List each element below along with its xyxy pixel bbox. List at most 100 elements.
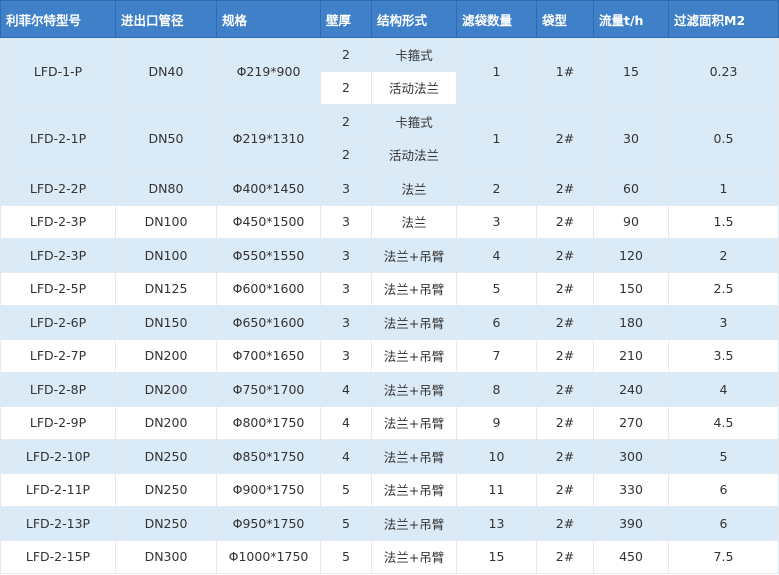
cell-bag-type: 2#: [536, 171, 594, 206]
cell-flow: 90: [593, 204, 669, 239]
cell-bag-type: 2#: [536, 271, 594, 306]
cell-bags: 3: [456, 204, 537, 239]
cell-structure: 活动法兰: [371, 137, 457, 172]
cell-structure: 法兰+吊臂: [371, 338, 457, 373]
cell-bags: 8: [456, 372, 537, 407]
cell-port: DN150: [115, 305, 217, 340]
cell-flow: 270: [593, 405, 669, 440]
cell-bags: 11: [456, 472, 537, 507]
cell-bags: 10: [456, 439, 537, 474]
cell-port: DN40: [115, 37, 217, 105]
cell-spec: Φ550*1550: [216, 238, 321, 273]
cell-bags: 4: [456, 238, 537, 273]
cell-wall: 3: [320, 204, 372, 239]
cell-area: 1.5: [668, 204, 779, 239]
cell-spec: Φ900*1750: [216, 472, 321, 507]
cell-flow: 120: [593, 238, 669, 273]
table-row: LFD-2-11P DN250 Φ900*1750 5 法兰+吊臂 11 2# …: [0, 472, 779, 507]
cell-port: DN100: [115, 238, 217, 273]
cell-bag-type: 2#: [536, 204, 594, 239]
table-row: LFD-2-3P DN100 Φ550*1550 3 法兰+吊臂 4 2# 12…: [0, 238, 779, 273]
header-flow: 流量t/h: [593, 0, 669, 38]
table-row: LFD-2-8P DN200 Φ750*1700 4 法兰+吊臂 8 2# 24…: [0, 372, 779, 407]
cell-port: DN80: [115, 171, 217, 206]
table-row: LFD-2-2P DN80 Φ400*1450 3 法兰 2 2# 60 1: [0, 171, 779, 206]
cell-bag-type: 2#: [536, 405, 594, 440]
cell-model: LFD-2-6P: [0, 305, 116, 340]
cell-model: LFD-2-3P: [0, 238, 116, 273]
cell-wall: 4: [320, 439, 372, 474]
cell-structure: 法兰+吊臂: [371, 372, 457, 407]
cell-structure: 法兰: [371, 204, 457, 239]
cell-area: 4.5: [668, 405, 779, 440]
table-row: LFD-2-15P DN300 Φ1000*1750 5 法兰+吊臂 15 2#…: [0, 539, 779, 574]
table-header-row: 利菲尔特型号 进出口管径 规格 壁厚 结构形式 滤袋数量 袋型 流量t/h 过滤…: [0, 0, 779, 38]
cell-area: 3: [668, 305, 779, 340]
cell-port: DN300: [115, 539, 217, 574]
cell-port: DN250: [115, 472, 217, 507]
cell-bag-type: 2#: [536, 472, 594, 507]
cell-area: 0.23: [668, 37, 779, 105]
table-row: LFD-2-5P DN125 Φ600*1600 3 法兰+吊臂 5 2# 15…: [0, 271, 779, 306]
cell-area: 4: [668, 372, 779, 407]
header-bags: 滤袋数量: [456, 0, 537, 38]
table-row: LFD-2-1P DN50 Φ219*1310 2 卡箍式 1 2# 30 0.…: [0, 104, 779, 172]
cell-bag-type: 2#: [536, 539, 594, 574]
cell-structure: 法兰+吊臂: [371, 271, 457, 306]
cell-area: 0.5: [668, 104, 779, 172]
cell-structure: 卡箍式: [371, 37, 457, 72]
cell-area: 2: [668, 238, 779, 273]
cell-area: 6: [668, 506, 779, 541]
cell-wall: 3: [320, 305, 372, 340]
cell-model: LFD-2-15P: [0, 539, 116, 574]
cell-bags: 1: [456, 104, 537, 172]
cell-port: DN200: [115, 338, 217, 373]
header-spec: 规格: [216, 0, 321, 38]
cell-bags: 6: [456, 305, 537, 340]
cell-area: 6: [668, 472, 779, 507]
cell-wall: 3: [320, 271, 372, 306]
cell-wall: 5: [320, 472, 372, 507]
cell-model: LFD-1-P: [0, 37, 116, 105]
cell-flow: 15: [593, 37, 669, 105]
table-row: LFD-2-3P DN100 Φ450*1500 3 法兰 3 2# 90 1.…: [0, 204, 779, 239]
cell-wall: 5: [320, 506, 372, 541]
cell-model: LFD-2-9P: [0, 405, 116, 440]
cell-structure: 法兰+吊臂: [371, 539, 457, 574]
header-area: 过滤面积M2: [668, 0, 779, 38]
cell-bag-type: 2#: [536, 305, 594, 340]
cell-bags: 13: [456, 506, 537, 541]
cell-wall: 2: [320, 137, 372, 172]
cell-structure: 法兰+吊臂: [371, 238, 457, 273]
cell-bag-type: 2#: [536, 104, 594, 172]
cell-bag-type: 1#: [536, 37, 594, 105]
cell-bags: 7: [456, 338, 537, 373]
cell-flow: 150: [593, 271, 669, 306]
cell-flow: 210: [593, 338, 669, 373]
cell-spec: Φ850*1750: [216, 439, 321, 474]
cell-structure: 法兰+吊臂: [371, 506, 457, 541]
cell-model: LFD-2-3P: [0, 204, 116, 239]
cell-wall: 3: [320, 338, 372, 373]
cell-flow: 60: [593, 171, 669, 206]
table-row: LFD-1-P DN40 Φ219*900 2 卡箍式 1 1# 15 0.23: [0, 37, 779, 105]
cell-flow: 30: [593, 104, 669, 172]
spec-table: 利菲尔特型号 进出口管径 规格 壁厚 结构形式 滤袋数量 袋型 流量t/h 过滤…: [0, 0, 779, 574]
cell-port: DN200: [115, 405, 217, 440]
cell-spec: Φ700*1650: [216, 338, 321, 373]
cell-spec: Φ750*1700: [216, 372, 321, 407]
cell-flow: 450: [593, 539, 669, 574]
cell-structure: 活动法兰: [371, 70, 457, 105]
cell-wall: 3: [320, 238, 372, 273]
cell-spec: Φ219*1310: [216, 104, 321, 172]
cell-spec: Φ450*1500: [216, 204, 321, 239]
header-structure: 结构形式: [371, 0, 457, 38]
cell-structure: 法兰+吊臂: [371, 405, 457, 440]
cell-structure: 法兰+吊臂: [371, 305, 457, 340]
cell-flow: 180: [593, 305, 669, 340]
cell-model: LFD-2-7P: [0, 338, 116, 373]
cell-area: 3.5: [668, 338, 779, 373]
table-row: LFD-2-9P DN200 Φ800*1750 4 法兰+吊臂 9 2# 27…: [0, 405, 779, 440]
cell-flow: 390: [593, 506, 669, 541]
cell-bag-type: 2#: [536, 238, 594, 273]
